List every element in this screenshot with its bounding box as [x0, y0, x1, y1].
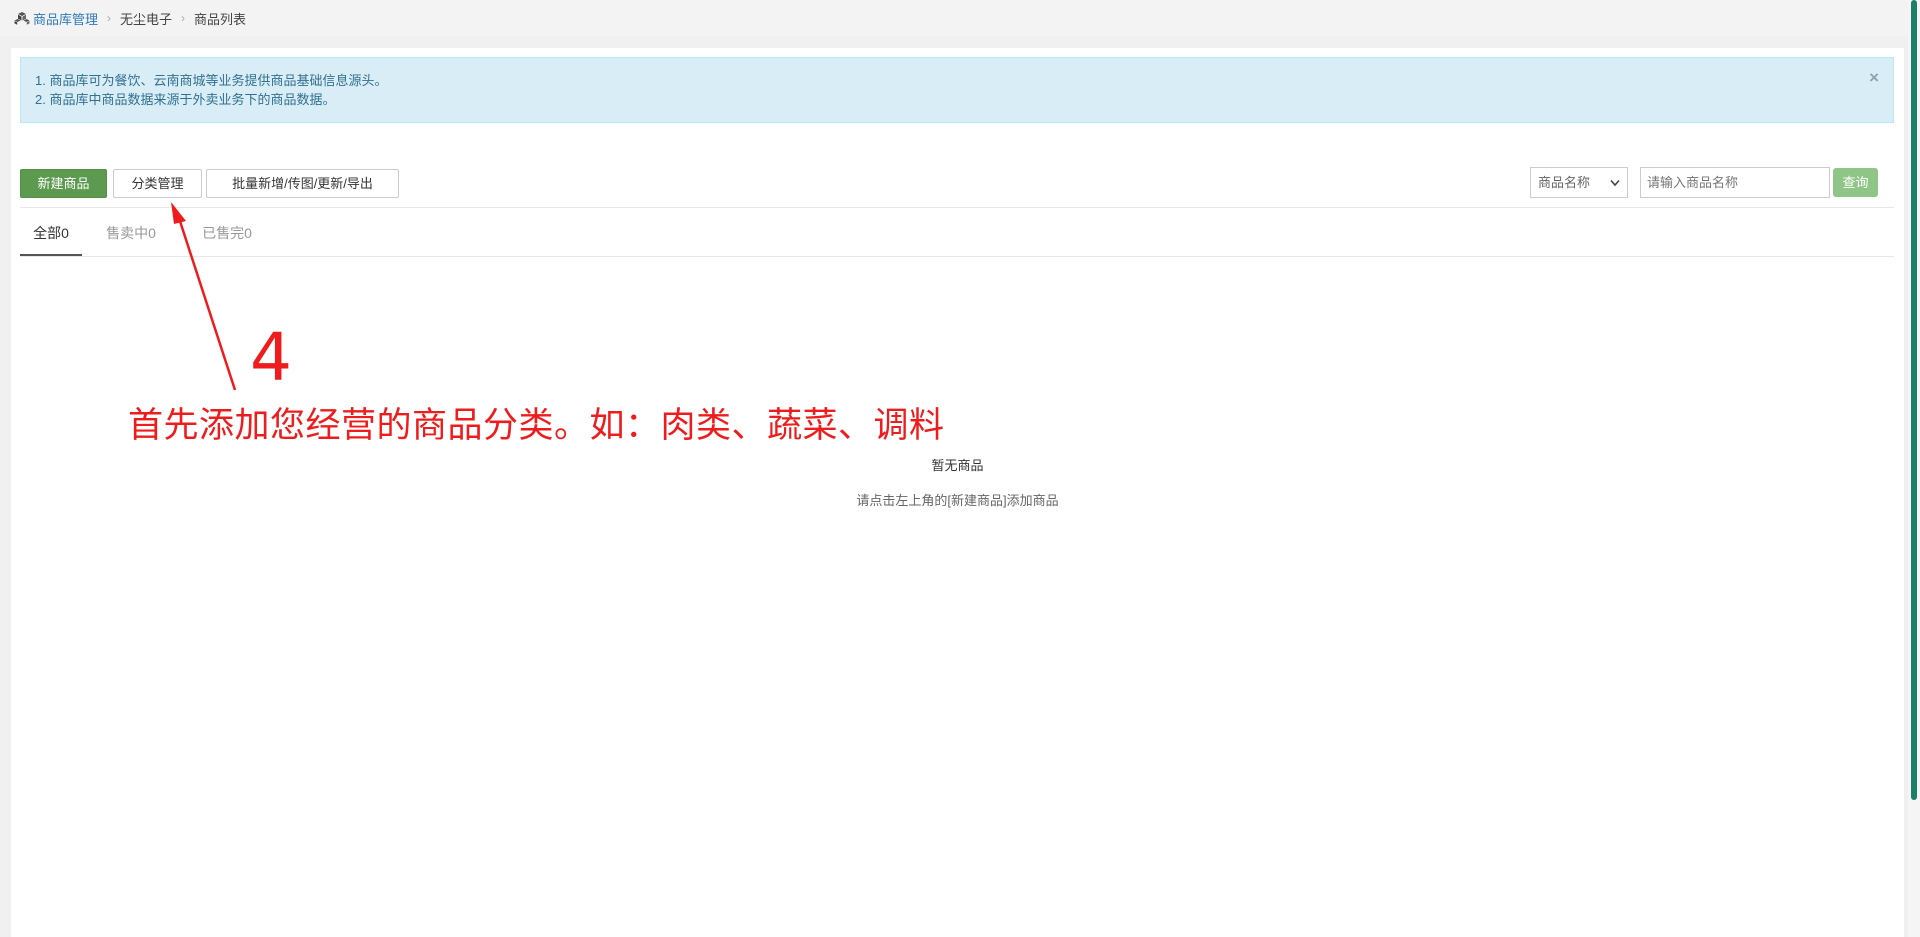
annotation-arrow-head [171, 202, 186, 224]
scrollbar-thumb[interactable] [1911, 0, 1917, 800]
annotation-text: 首先添加您经营的商品分类。如：肉类、蔬菜、调料 [128, 406, 945, 446]
annotation-arrow-line [175, 211, 237, 391]
annotation-overlay: 4 [171, 202, 292, 396]
annotation-step-number: 4 [250, 319, 292, 396]
